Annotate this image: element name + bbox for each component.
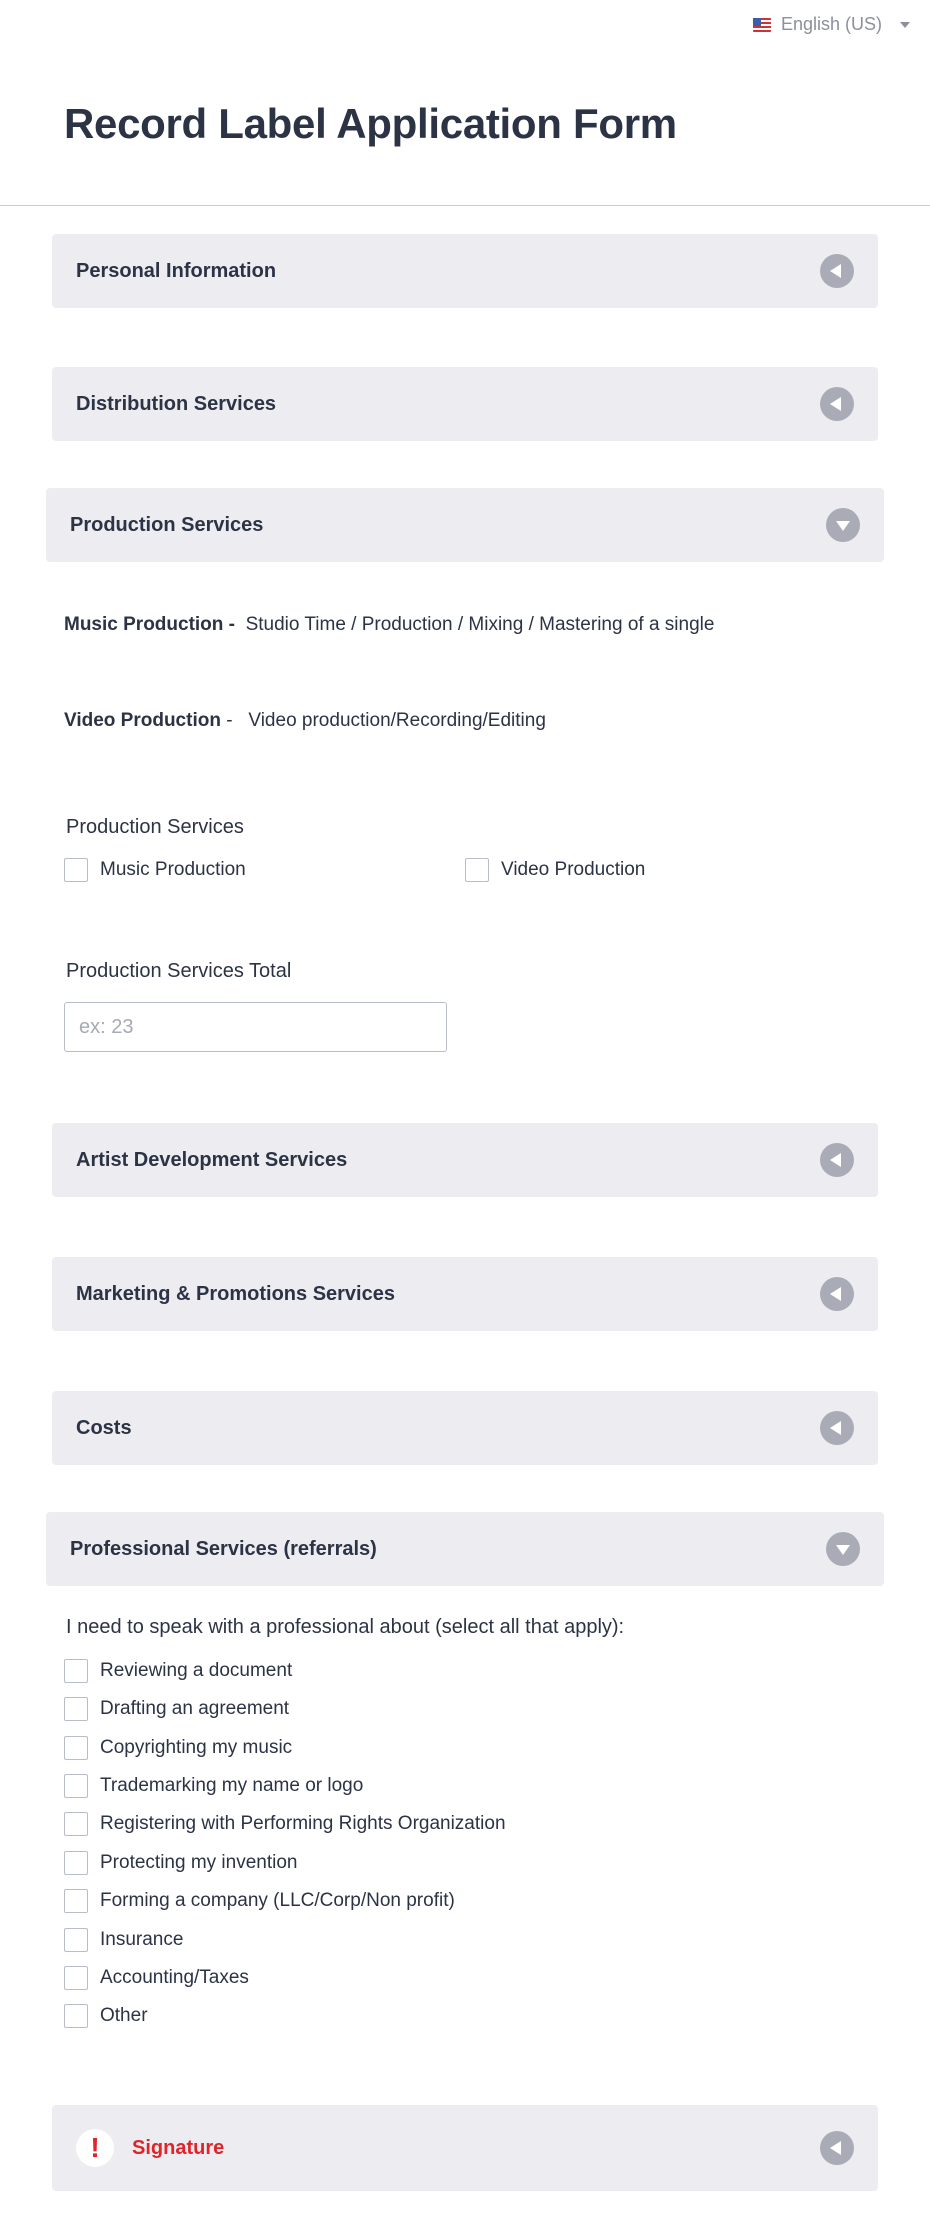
checkbox-label: Music Production bbox=[100, 859, 246, 880]
section-distribution-services[interactable]: Distribution Services bbox=[52, 367, 878, 441]
language-selector[interactable]: English (US) bbox=[752, 14, 910, 35]
music-production-text: Studio Time / Production / Mixing / Mast… bbox=[245, 614, 715, 635]
section-production-services[interactable]: Production Services bbox=[46, 488, 884, 562]
checkbox[interactable] bbox=[64, 1851, 88, 1875]
chevron-left-icon[interactable] bbox=[820, 387, 854, 421]
checkbox-option[interactable]: Trademarking my name or logo bbox=[64, 1774, 363, 1798]
exclamation-icon: ! bbox=[76, 2129, 114, 2167]
checkbox-option[interactable]: Reviewing a document bbox=[64, 1659, 292, 1683]
chevron-down-icon bbox=[900, 21, 910, 28]
section-title: Costs bbox=[76, 1416, 132, 1439]
checkbox-label: Trademarking my name or logo bbox=[100, 1775, 364, 1796]
checkbox[interactable] bbox=[64, 1736, 88, 1760]
music-production-label: Music Production - bbox=[64, 614, 235, 635]
checkbox-option[interactable]: Drafting an agreement bbox=[64, 1697, 289, 1721]
checkbox[interactable] bbox=[64, 1697, 88, 1721]
checkbox[interactable] bbox=[64, 1966, 88, 1990]
checkbox-music-production[interactable]: Music Production bbox=[64, 858, 246, 882]
section-costs[interactable]: Costs bbox=[52, 1391, 878, 1465]
section-title: Production Services bbox=[70, 513, 264, 536]
checkbox-label: Insurance bbox=[100, 1929, 184, 1950]
video-production-label: Video Production bbox=[64, 710, 221, 731]
professional-question-label: I need to speak with a professional abou… bbox=[66, 1616, 625, 1638]
section-professional-services[interactable]: Professional Services (referrals) bbox=[46, 1512, 884, 1586]
section-title: Artist Development Services bbox=[76, 1148, 348, 1171]
section-signature[interactable]: ! Signature bbox=[52, 2105, 878, 2191]
chevron-left-icon[interactable] bbox=[820, 254, 854, 288]
checkbox-label: Reviewing a document bbox=[100, 1660, 293, 1681]
checkbox-label: Accounting/Taxes bbox=[100, 1967, 249, 1988]
checkbox[interactable] bbox=[64, 1812, 88, 1836]
checkbox-option[interactable]: Protecting my invention bbox=[64, 1851, 298, 1875]
chevron-left-icon[interactable] bbox=[820, 1277, 854, 1311]
checkbox-label: Drafting an agreement bbox=[100, 1698, 290, 1719]
checkbox-label: Protecting my invention bbox=[100, 1852, 298, 1873]
section-title: Marketing & Promotions Services bbox=[76, 1282, 395, 1305]
chevron-left-icon[interactable] bbox=[820, 1143, 854, 1177]
music-production-description: Music Production - Studio Time / Product… bbox=[64, 614, 714, 636]
chevron-down-icon[interactable] bbox=[826, 508, 860, 542]
checkbox-label: Forming a company (LLC/Corp/Non profit) bbox=[100, 1890, 455, 1911]
production-total-input[interactable] bbox=[64, 1002, 447, 1052]
chevron-down-icon[interactable] bbox=[826, 1532, 860, 1566]
section-title: Professional Services (referrals) bbox=[70, 1537, 377, 1560]
language-label: English (US) bbox=[780, 14, 882, 34]
checkbox-option[interactable]: Other bbox=[64, 2004, 148, 2028]
section-title: Personal Information bbox=[76, 259, 277, 282]
header-divider bbox=[0, 205, 930, 206]
video-production-text: - Video production/Recording/Editing bbox=[220, 710, 546, 731]
checkbox[interactable] bbox=[64, 2004, 88, 2028]
checkbox-option[interactable]: Copyrighting my music bbox=[64, 1736, 292, 1760]
checkbox-video-production[interactable]: Video Production bbox=[465, 858, 645, 882]
checkbox[interactable] bbox=[64, 858, 88, 882]
checkbox[interactable] bbox=[64, 1659, 88, 1683]
section-marketing-promotions[interactable]: Marketing & Promotions Services bbox=[52, 1257, 878, 1331]
checkbox[interactable] bbox=[64, 1928, 88, 1952]
production-services-label: Production Services bbox=[66, 816, 244, 838]
checkbox[interactable] bbox=[64, 1774, 88, 1798]
checkbox-option[interactable]: Insurance bbox=[64, 1928, 183, 1952]
checkbox-option[interactable]: Registering with Performing Rights Organ… bbox=[64, 1812, 506, 1836]
checkbox-label: Copyrighting my music bbox=[100, 1737, 293, 1758]
us-flag-icon bbox=[752, 17, 771, 32]
checkbox-label: Video Production bbox=[501, 859, 646, 880]
production-total-label: Production Services Total bbox=[66, 960, 292, 982]
checkbox-option[interactable]: Accounting/Taxes bbox=[64, 1966, 249, 1990]
checkbox[interactable] bbox=[465, 858, 489, 882]
form-title: Record Label Application Form bbox=[64, 100, 677, 147]
checkbox-label: Registering with Performing Rights Organ… bbox=[100, 1813, 506, 1834]
signature-heading: ! Signature bbox=[76, 2129, 224, 2167]
section-title: Distribution Services bbox=[76, 392, 277, 415]
section-personal-information[interactable]: Personal Information bbox=[52, 234, 878, 308]
checkbox[interactable] bbox=[64, 1889, 88, 1913]
video-production-description: Video Production - Video production/Reco… bbox=[64, 710, 546, 732]
chevron-left-icon[interactable] bbox=[820, 1411, 854, 1445]
checkbox-option[interactable]: Forming a company (LLC/Corp/Non profit) bbox=[64, 1889, 455, 1913]
chevron-left-icon[interactable] bbox=[820, 2131, 854, 2165]
section-title: Signature bbox=[132, 2136, 225, 2159]
checkbox-label: Other bbox=[100, 2005, 148, 2026]
section-artist-development[interactable]: Artist Development Services bbox=[52, 1123, 878, 1197]
